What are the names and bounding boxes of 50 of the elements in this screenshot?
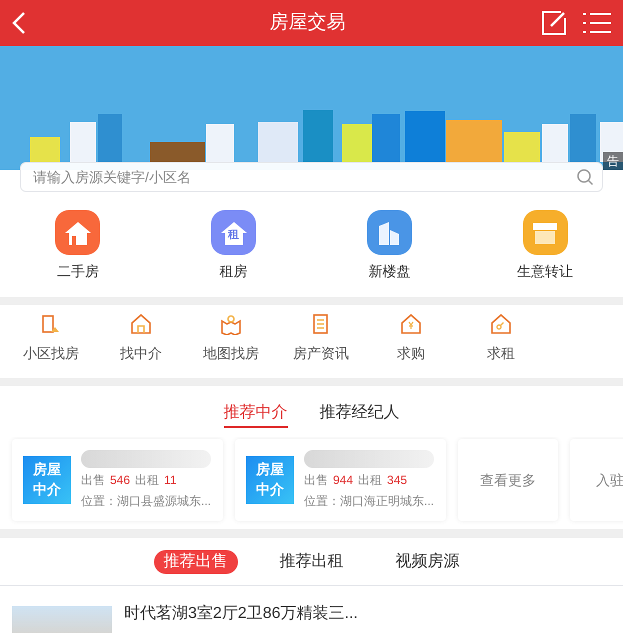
- service-label[interactable]: 求购: [397, 343, 425, 364]
- stat-value: 546: [110, 472, 130, 489]
- house-icon: [220, 220, 248, 246]
- agency-location: 位置：湖口县盛源城东...: [81, 493, 212, 510]
- icon-text: 租: [228, 228, 240, 243]
- service-label[interactable]: 求租: [487, 343, 515, 364]
- category-tile[interactable]: [366, 210, 412, 255]
- service-label[interactable]: 地图找房: [203, 343, 259, 364]
- edit-icon[interactable]: [541, 10, 567, 36]
- service-label[interactable]: 找中介: [120, 343, 162, 364]
- listing-title[interactable]: 时代茗湖3室2厅2卫86万精装三...: [124, 602, 358, 633]
- agency-logo: 房屋中介: [246, 456, 294, 504]
- category-tile[interactable]: 租: [211, 210, 256, 255]
- category-label[interactable]: 租房: [220, 261, 248, 282]
- category-tile[interactable]: [522, 210, 568, 255]
- page-title: 房屋交易: [270, 10, 346, 35]
- category-label[interactable]: 新楼盘: [368, 261, 410, 282]
- service-label[interactable]: 小区找房: [23, 343, 79, 364]
- listing-tab[interactable]: 推荐出租: [270, 550, 354, 574]
- agency-card[interactable]: 房屋中介 出售 944 出租 345 位置：湖口海正明城东...: [235, 439, 446, 521]
- category-label[interactable]: 二手房: [56, 261, 99, 282]
- agency-location: 位置：湖口海正明城东...: [304, 493, 434, 510]
- agent-tab[interactable]: 推荐中介: [224, 400, 288, 428]
- category-label[interactable]: 生意转让: [517, 261, 574, 282]
- shop-icon: [531, 220, 560, 244]
- back-icon[interactable]: [12, 11, 26, 35]
- stat-value: 11: [164, 472, 176, 489]
- house-icon[interactable]: [130, 313, 152, 335]
- listing-tab[interactable]: 推荐出售: [154, 550, 238, 574]
- stat-label: 出售: [304, 472, 328, 489]
- category-tile[interactable]: [55, 210, 100, 255]
- stat-label: 出租: [135, 472, 160, 489]
- stat-label: 出售: [81, 472, 105, 489]
- stat-value: 944: [333, 472, 354, 489]
- agent-tab[interactable]: 推荐经纪人: [320, 400, 400, 428]
- menu-icon[interactable]: [583, 12, 611, 34]
- listing-tab[interactable]: 视频房源: [386, 550, 470, 574]
- map-pin-icon[interactable]: [220, 313, 242, 335]
- building-icon[interactable]: [40, 313, 62, 335]
- house-key-icon[interactable]: [490, 313, 512, 335]
- stat-value: 345: [387, 472, 408, 489]
- agency-card[interactable]: 房屋中介 出售 546 出租 11 位置：湖口县盛源城东...: [12, 439, 223, 521]
- stat-label: 出租: [358, 472, 382, 489]
- search-field[interactable]: 请输入房源关键字/小区名: [20, 162, 603, 192]
- view-more-card[interactable]: 查看更多: [458, 439, 558, 521]
- agency-logo: 房屋中介: [23, 456, 71, 504]
- search-icon[interactable]: [576, 168, 594, 186]
- house-icon: [64, 220, 92, 246]
- house-yuan-icon[interactable]: [400, 313, 422, 335]
- service-label[interactable]: 房产资讯: [293, 343, 349, 364]
